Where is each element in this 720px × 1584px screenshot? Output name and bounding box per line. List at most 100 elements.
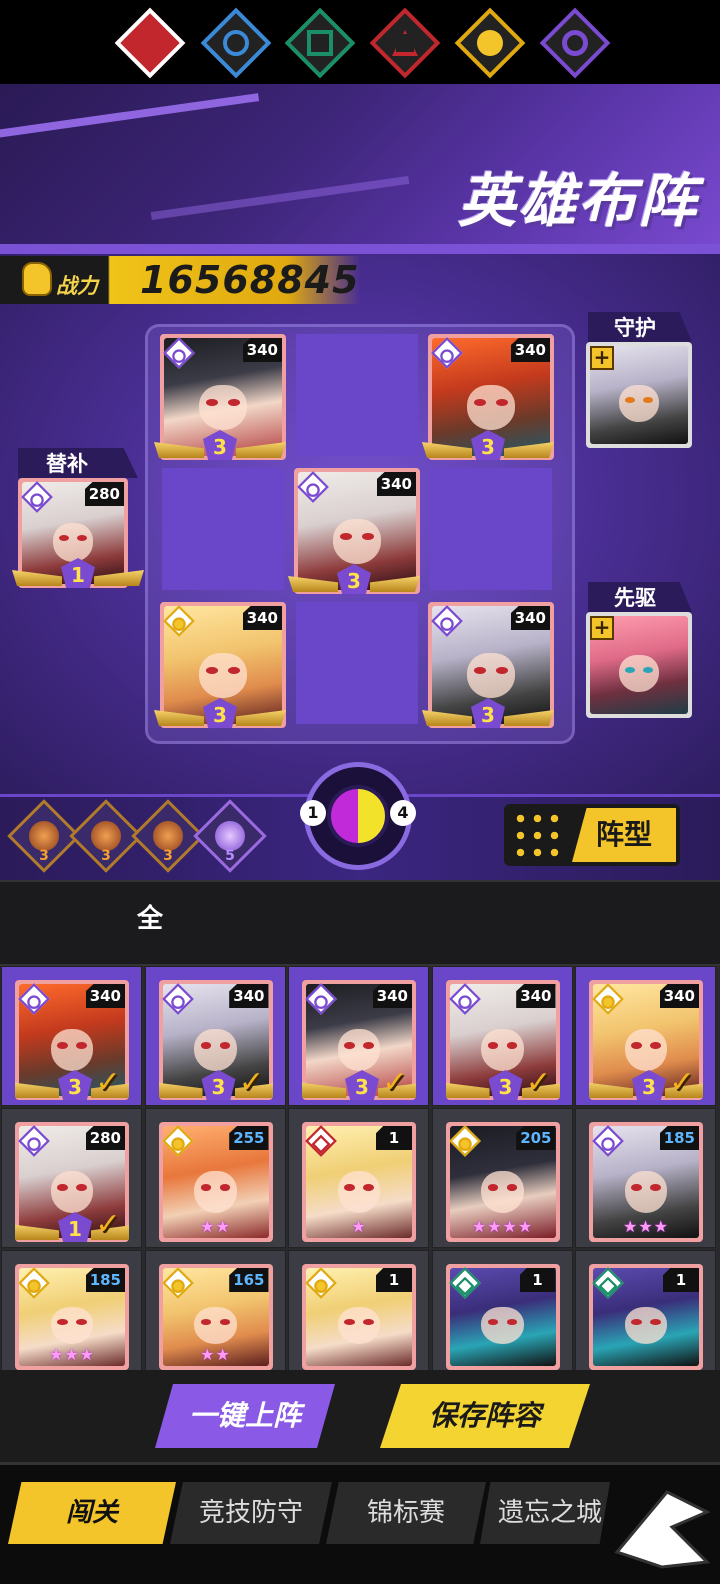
board-cell[interactable]	[296, 334, 418, 456]
hero-card[interactable]: 340 3 ✓	[445, 980, 560, 1100]
star-row: ★★★	[48, 1345, 96, 1364]
hero-card[interactable]: 340 3	[288, 468, 420, 594]
check-icon: ✓	[238, 1065, 265, 1100]
plus-icon: +	[590, 616, 614, 640]
vanguard-slot[interactable]: +	[586, 612, 692, 718]
star-wings-badge: 3	[154, 430, 286, 460]
hero-card[interactable]: 340 3 ✓	[158, 980, 273, 1100]
tab-championship[interactable]: 锦标赛	[326, 1482, 486, 1544]
hero-level: 340	[516, 984, 556, 1008]
star-rank: 3	[488, 1070, 523, 1100]
star-wings-badge: 3	[154, 698, 286, 728]
star-rank: 3	[471, 430, 505, 460]
hero-level: 340	[659, 984, 699, 1008]
star-row: ★★	[200, 1345, 231, 1364]
hero-level: 165	[229, 1268, 269, 1292]
hero-card[interactable]: 340 3	[154, 334, 286, 460]
star-row: ★★★	[622, 1217, 670, 1236]
star-rank: 3	[58, 1070, 92, 1100]
formation-label[interactable]: 阵型	[572, 808, 676, 862]
plus-icon: +	[590, 346, 614, 370]
hero-card[interactable]: 340 3	[154, 602, 286, 728]
auto-deploy-button[interactable]: 一键上阵	[155, 1384, 335, 1448]
hero-level: 340	[510, 606, 550, 630]
board-cell[interactable]	[296, 602, 418, 724]
hero-card[interactable]: 340 3	[422, 602, 554, 728]
hero-level: 340	[229, 984, 269, 1008]
power-value: 16568845	[140, 258, 360, 302]
back-arrow-icon[interactable]	[612, 1482, 712, 1572]
rune-level: 3	[163, 848, 173, 864]
hero-level: 185	[659, 1126, 699, 1150]
save-lineup-button[interactable]: 保存阵容	[380, 1384, 590, 1448]
hero-card[interactable]: 340 3 ✓	[589, 980, 703, 1100]
star-rank: 3	[201, 1070, 236, 1100]
star-rank: 3	[471, 698, 505, 728]
hero-card[interactable]: 280 1	[12, 478, 144, 588]
hero-card[interactable]: 255 ★★	[158, 1122, 273, 1242]
hero-level: 340	[242, 606, 282, 630]
star-wings-badge: 3	[422, 698, 554, 728]
wheel-left-count: 1	[300, 800, 326, 826]
hero-level: 255	[229, 1126, 269, 1150]
hero-card[interactable]: 340 3 ✓	[15, 980, 129, 1100]
star-rank: 3	[337, 564, 371, 594]
check-icon: ✓	[95, 1065, 121, 1100]
rune-level: 3	[101, 848, 111, 864]
hero-level: 340	[242, 338, 282, 362]
hero-level: 205	[516, 1126, 556, 1150]
board-cell[interactable]	[162, 468, 284, 590]
wheel-right-count: 4	[390, 800, 416, 826]
formation-grid-icon	[512, 810, 564, 862]
hero-card[interactable]: 280 1 ✓	[15, 1122, 129, 1242]
hero-card[interactable]: 1	[445, 1264, 560, 1370]
tab-forgotten-city[interactable]: 遗忘之城	[480, 1482, 610, 1544]
star-rank: 1	[61, 558, 95, 588]
star-row: ★★	[200, 1217, 231, 1236]
rune-level: 3	[39, 848, 49, 864]
star-wings-badge: 3	[422, 430, 554, 460]
star-rank: 3	[203, 698, 237, 728]
hero-level: 340	[510, 338, 550, 362]
filter-all-label: 全	[136, 904, 163, 934]
hero-card[interactable]: 185 ★★★	[15, 1264, 129, 1370]
hero-card[interactable]: 340 3 ✓	[302, 980, 416, 1100]
hero-card[interactable]: 1	[589, 1264, 703, 1370]
fist-icon	[22, 262, 52, 296]
hero-level: 340	[85, 984, 125, 1008]
status-area	[0, 0, 720, 84]
hero-level: 1	[519, 1268, 556, 1292]
hero-card[interactable]: 340 3	[422, 334, 554, 460]
star-rank: 3	[632, 1070, 666, 1100]
hero-level: 280	[85, 1126, 125, 1150]
check-icon: ✓	[525, 1065, 552, 1100]
hero-card[interactable]: 1	[302, 1264, 416, 1370]
hero-card[interactable]: 185 ★★★	[589, 1122, 703, 1242]
star-row: ★	[351, 1217, 367, 1236]
star-wings-badge: 1	[12, 558, 144, 588]
power-label: 战力	[56, 274, 98, 298]
board-cell[interactable]	[430, 468, 552, 590]
faction-filter-bar	[0, 880, 720, 966]
hero-card[interactable]: 165 ★★	[158, 1264, 273, 1370]
tab-arena-defense[interactable]: 竞技防守	[170, 1482, 332, 1544]
star-wings-badge: 3	[288, 564, 420, 594]
action-bar	[0, 1370, 720, 1462]
hero-level: 1	[663, 1268, 699, 1292]
hero-level: 185	[85, 1268, 125, 1292]
hero-card[interactable]: 1 ★	[302, 1122, 416, 1242]
guard-slot[interactable]: +	[586, 342, 692, 448]
tab-stage[interactable]: 闯关	[8, 1482, 176, 1544]
hero-level: 340	[372, 984, 412, 1008]
page-title: 英雄布阵	[457, 167, 698, 235]
hero-card[interactable]: 205 ★★★★	[445, 1122, 560, 1242]
check-icon: ✓	[669, 1065, 695, 1100]
check-icon: ✓	[95, 1207, 121, 1242]
check-icon: ✓	[382, 1065, 408, 1100]
hero-level: 1	[376, 1268, 412, 1292]
star-rank: 3	[345, 1070, 379, 1100]
star-rank: 3	[203, 430, 237, 460]
rune-level: 5	[225, 848, 235, 864]
guard-label: 守护	[614, 316, 656, 340]
hero-level: 1	[376, 1126, 412, 1150]
